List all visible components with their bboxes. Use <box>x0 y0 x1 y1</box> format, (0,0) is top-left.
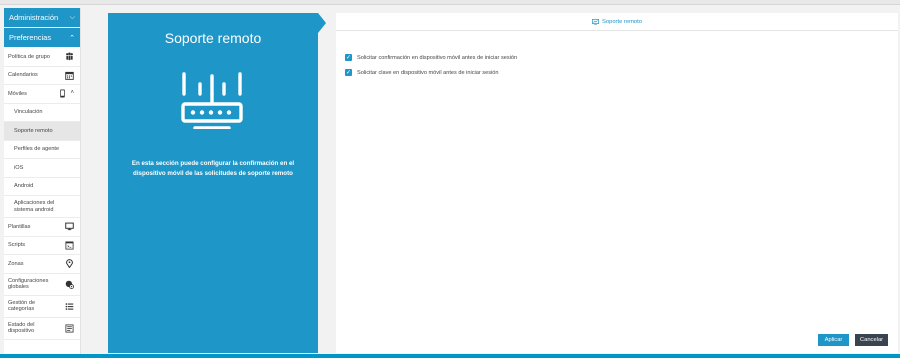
options-list: ✓ Solicitar confirmación en dispositivo … <box>336 31 898 80</box>
sidebar-item-label: Perfiles de agente <box>14 146 60 153</box>
option-confirmation: ✓ Solicitar confirmación en dispositivo … <box>345 50 898 65</box>
sidebar-item-android[interactable]: Android <box>4 178 80 196</box>
sidebar-item-label: Vinculación <box>14 109 43 116</box>
confirmation-checkbox[interactable]: ✓ <box>345 54 352 61</box>
sidebar-item-label: Aplicaciones del sistema android <box>14 200 55 213</box>
sidebar-item-label: Android <box>14 183 34 190</box>
sidebar-item-scripts[interactable]: Scripts <box>4 237 80 255</box>
sidebar-item-vinculacion[interactable]: Vinculación <box>4 104 80 122</box>
sidebar-item-label: Calendarios <box>8 72 38 79</box>
info-description: En esta sección puede configurar la conf… <box>131 160 295 177</box>
users-icon <box>65 52 74 61</box>
info-panel: Soporte remoto En esta sección puede con… <box>108 13 326 353</box>
sidebar-item-gestion-de-categorias[interactable]: Gestión de categorías <box>4 296 80 318</box>
remote-support-icon <box>592 18 599 25</box>
apply-button[interactable]: Aplicar <box>818 334 849 346</box>
router-icon <box>181 72 243 129</box>
mobile-icon <box>58 89 67 98</box>
sidebar-item-configuraciones-globales[interactable]: Configuraciones globales <box>4 274 80 296</box>
action-buttons: Aplicar Cancelar <box>818 334 888 346</box>
monitor-icon <box>65 222 74 231</box>
option-label: Solicitar clave en dispositivo móvil ant… <box>357 69 499 76</box>
sidebar-item-label: Soporte remoto <box>14 127 53 134</box>
sidebar-item-label: Scripts <box>8 242 26 249</box>
option-label: Solicitar confirmación en dispositivo mó… <box>357 54 518 61</box>
option-password: ✓ Solicitar clave en dispositivo móvil a… <box>345 65 898 80</box>
sidebar-item-perfiles-de-agente[interactable]: Perfiles de agente <box>4 141 80 159</box>
cancel-button[interactable]: Cancelar <box>855 334 888 346</box>
sidebar-item-politica-de-grupo[interactable]: Política de grupo <box>4 48 80 67</box>
sidebar-item-label: Configuraciones globales <box>8 277 49 290</box>
list-icon <box>65 302 74 311</box>
sidebar-item-plantillas[interactable]: Plantillas <box>4 218 80 237</box>
bottom-bar <box>0 354 900 358</box>
chevron-down-icon: ⌵ <box>69 13 75 21</box>
globe-gear-icon <box>65 280 74 289</box>
password-checkbox[interactable]: ✓ <box>345 69 352 76</box>
location-pin-icon <box>65 259 74 269</box>
sidebar-section-label: Administración <box>9 13 59 22</box>
top-bar <box>0 0 900 5</box>
sidebar-item-soporte-remoto[interactable]: Soporte remoto <box>4 122 80 141</box>
sidebar-section-preferencias[interactable]: Preferencias ⌃ <box>4 28 80 48</box>
sidebar-item-label: Móviles <box>8 90 27 97</box>
info-title: Soporte remoto <box>164 30 262 46</box>
section-header-label: Soporte remoto <box>602 18 642 25</box>
sidebar-item-label: iOS <box>14 164 24 171</box>
chevron-up-icon: ˄ <box>70 90 74 97</box>
sidebar-item-aplicaciones-android[interactable]: Aplicaciones del sistema android <box>4 196 80 218</box>
sidebar-section-label: Preferencias <box>9 33 52 42</box>
sidebar-item-calendarios[interactable]: Calendarios <box>4 67 80 85</box>
device-status-icon <box>65 323 74 333</box>
sidebar-item-zonas[interactable]: Zonas <box>4 255 80 274</box>
sidebar: Administración ⌵ Preferencias ⌃ Política… <box>4 8 81 354</box>
sidebar-item-moviles[interactable]: Móviles ˄ <box>4 85 80 104</box>
main-content: Soporte remoto ✓ Solicitar confirmación … <box>336 13 898 353</box>
calendar-icon <box>65 71 74 80</box>
sidebar-item-ios[interactable]: iOS <box>4 159 80 178</box>
script-icon <box>65 241 74 250</box>
sidebar-item-label: Política de grupo <box>8 53 50 60</box>
panel-pointer <box>318 13 326 33</box>
chevron-up-icon: ⌃ <box>69 34 75 42</box>
sidebar-item-label: Estado del dispositivo <box>8 321 35 334</box>
sidebar-section-administracion[interactable]: Administración ⌵ <box>4 8 80 28</box>
sidebar-item-label: Zonas <box>8 260 24 267</box>
sidebar-item-label: Plantillas <box>8 223 31 230</box>
sidebar-item-label: Gestión de categorías <box>8 299 36 312</box>
sidebar-item-estado-del-dispositivo[interactable]: Estado del dispositivo <box>4 318 80 340</box>
section-header: Soporte remoto <box>336 13 898 31</box>
